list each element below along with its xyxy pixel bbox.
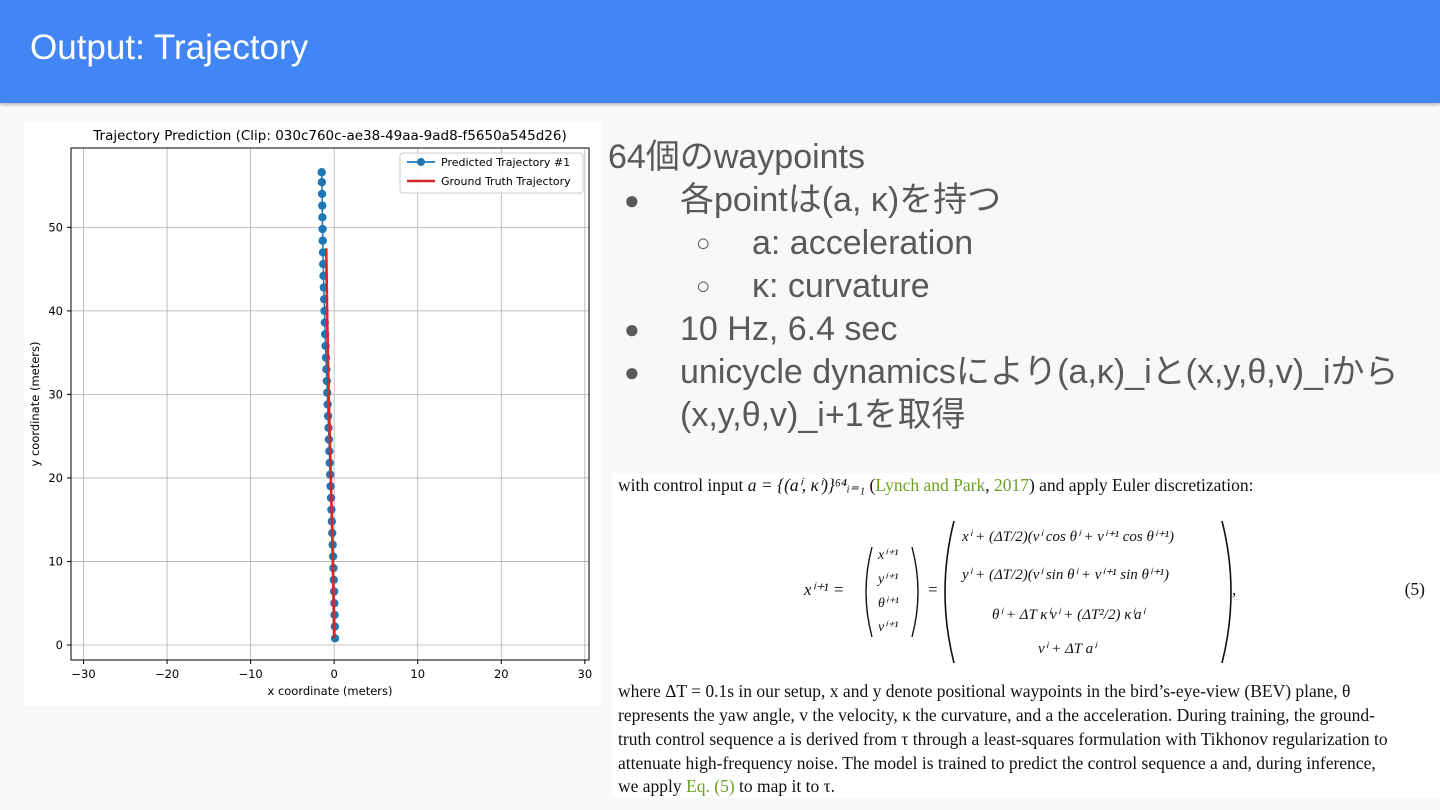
vector-left-paren xyxy=(865,546,873,638)
sub-bullet-text: κ: curvature xyxy=(752,267,930,305)
slide-header: Output: Trajectory xyxy=(0,0,1440,103)
x-tick-label: 20 xyxy=(494,667,509,681)
paper-paragraph-line: represents the yaw angle, v the velocity… xyxy=(618,705,1375,725)
paper-intro-line: with control input a = {(aⁱ, κⁱ)}⁶⁴ᵢ₌₁ (… xyxy=(618,475,1253,496)
y-tick-label: 50 xyxy=(48,220,63,234)
y-tick-label: 20 xyxy=(48,471,63,485)
paper-text: , xyxy=(985,475,994,495)
rhs-row: yⁱ + (ΔT/2)(vⁱ sin θⁱ + vⁱ⁺¹ sin θⁱ⁺¹) xyxy=(960,567,1169,583)
vector-entry: xⁱ⁺¹ xyxy=(877,548,898,563)
trajectory-chart: −30 −20 −10 0 10 20 30 0 10 20 30 40 50 Trajectory P… xyxy=(28,128,593,698)
x-tick-label: −10 xyxy=(238,667,262,681)
x-tick-label: −20 xyxy=(155,667,179,681)
paper-paragraph-last-line: we apply Eq. (5) to map it to τ. xyxy=(618,776,835,797)
equation-equals: = xyxy=(928,580,938,599)
bullet-circle-icon: ○ xyxy=(696,230,711,257)
equation-5: xⁱ⁺¹ = xⁱ⁺¹ yⁱ⁺¹ θⁱ⁺¹ vⁱ⁺¹ = xⁱ + (ΔT/2)… xyxy=(802,517,1422,667)
vector-entry: yⁱ⁺¹ xyxy=(876,572,898,587)
bullet-disc-icon: ● xyxy=(624,357,640,387)
paper-text: ( xyxy=(865,475,876,495)
paper-text: to map it to τ. xyxy=(734,776,836,796)
paper-excerpt: with control input a = {(aⁱ, κⁱ)}⁶⁴ᵢ₌₁ (… xyxy=(612,473,1440,798)
y-axis-label: y coordinate (meters) xyxy=(28,341,42,466)
sub-bullet-item: ○ a: acceleration xyxy=(608,222,1428,265)
bullet-circle-icon: ○ xyxy=(696,273,711,300)
y-tick-label: 40 xyxy=(48,304,63,318)
trajectory-chart-panel: −30 −20 −10 0 10 20 30 0 10 20 30 40 50 Trajectory P… xyxy=(24,121,601,705)
rhs-right-paren xyxy=(1221,520,1232,664)
bullet-disc-icon: ● xyxy=(624,185,640,215)
rhs-row: θⁱ + ΔT κⁱvⁱ + (ΔT²/2) κⁱaⁱ xyxy=(992,607,1147,623)
paper-paragraph-line: truth control sequence a is derived from… xyxy=(618,729,1388,749)
chart-title: Trajectory Prediction (Clip: 030c760c-ae… xyxy=(92,128,566,144)
x-tick-label: 0 xyxy=(331,667,338,681)
predicted-waypoint xyxy=(317,178,327,187)
paper-text: with control input xyxy=(618,475,748,495)
x-tick-label: 10 xyxy=(410,667,425,681)
slide-bullets: 64個のwaypoints ● 各pointは(a, κ)を持つ ○ a: ac… xyxy=(608,136,1428,437)
bullet-text: (x,y,θ,v)_i+1を取得 xyxy=(680,396,966,434)
equation-lhs: xⁱ⁺¹ = xyxy=(803,580,844,599)
bullet-text: 各pointは(a, κ)を持つ xyxy=(680,181,1002,219)
sub-bullet-text: a: acceleration xyxy=(752,224,974,262)
legend-ground-truth-label: Ground Truth Trajectory xyxy=(441,175,571,188)
rhs-row: vⁱ + ΔT aⁱ xyxy=(1038,641,1098,657)
predicted-waypoint xyxy=(318,236,327,245)
predicted-waypoint xyxy=(317,189,327,199)
x-axis-label: x coordinate (meters) xyxy=(267,684,392,698)
predicted-waypoint xyxy=(317,168,326,177)
bullet-disc-icon: ● xyxy=(624,314,640,344)
y-tick-label: 10 xyxy=(48,554,63,568)
bullet-text: 10 Hz, 6.4 sec xyxy=(680,310,898,348)
rhs-left-paren xyxy=(944,520,955,664)
paper-paragraph-line: attenuate high-frequency noise. The mode… xyxy=(618,753,1376,773)
bullet-text: unicycle dynamicsにより(a,κ)_iと(x,y,θ,v)_iか… xyxy=(680,353,1399,391)
vector-entry: vⁱ⁺¹ xyxy=(878,620,898,635)
bullet-continuation: (x,y,θ,v)_i+1を取得 xyxy=(608,394,1428,437)
legend-predicted-marker xyxy=(417,158,425,166)
y-tick-label: 0 xyxy=(56,638,63,652)
bullet-item: ● 各pointは(a, κ)を持つ xyxy=(608,179,1428,222)
paper-text: we apply xyxy=(618,776,687,796)
equation-number: (5) xyxy=(1404,579,1425,599)
sub-bullet-item: ○ κ: curvature xyxy=(608,265,1428,308)
paper-paragraph-line: where ΔT = 0.1s in our setup, x and y de… xyxy=(618,681,1351,701)
paper-text: ) and apply Euler discretization: xyxy=(1028,475,1254,495)
bullet-item: ● 10 Hz, 6.4 sec xyxy=(608,308,1428,351)
citation-author-link[interactable]: Lynch and Park xyxy=(875,475,985,495)
predicted-waypoint xyxy=(323,388,332,397)
equation-comma: , xyxy=(1232,580,1236,599)
predicted-waypoint xyxy=(318,201,327,210)
bullet-item: ● unicycle dynamicsにより(a,κ)_iと(x,y,θ,v)_… xyxy=(608,351,1428,394)
slide-title: Output: Trajectory xyxy=(30,28,309,67)
bullets-heading: 64個のwaypoints xyxy=(608,138,866,176)
predicted-waypoint xyxy=(318,213,327,222)
vector-right-paren xyxy=(911,546,919,638)
predicted-waypoint xyxy=(318,224,327,234)
paper-inline-math: a = {(aⁱ, κⁱ)}⁶⁴ᵢ₌₁ xyxy=(747,475,866,495)
citation-year-link[interactable]: 2017 xyxy=(994,475,1029,495)
chart-legend: Predicted Trajectory #1 Ground Truth Tra… xyxy=(399,152,584,194)
x-tick-label: −30 xyxy=(71,667,95,681)
legend-predicted-label: Predicted Trajectory #1 xyxy=(441,156,570,169)
y-tick-label: 30 xyxy=(48,387,63,401)
rhs-row: xⁱ + (ΔT/2)(vⁱ cos θⁱ + vⁱ⁺¹ cos θⁱ⁺¹) xyxy=(961,529,1174,545)
x-tick-label: 30 xyxy=(578,667,593,681)
vector-entry: θⁱ⁺¹ xyxy=(878,596,899,611)
equation-reference-link[interactable]: Eq. (5) xyxy=(686,776,735,796)
